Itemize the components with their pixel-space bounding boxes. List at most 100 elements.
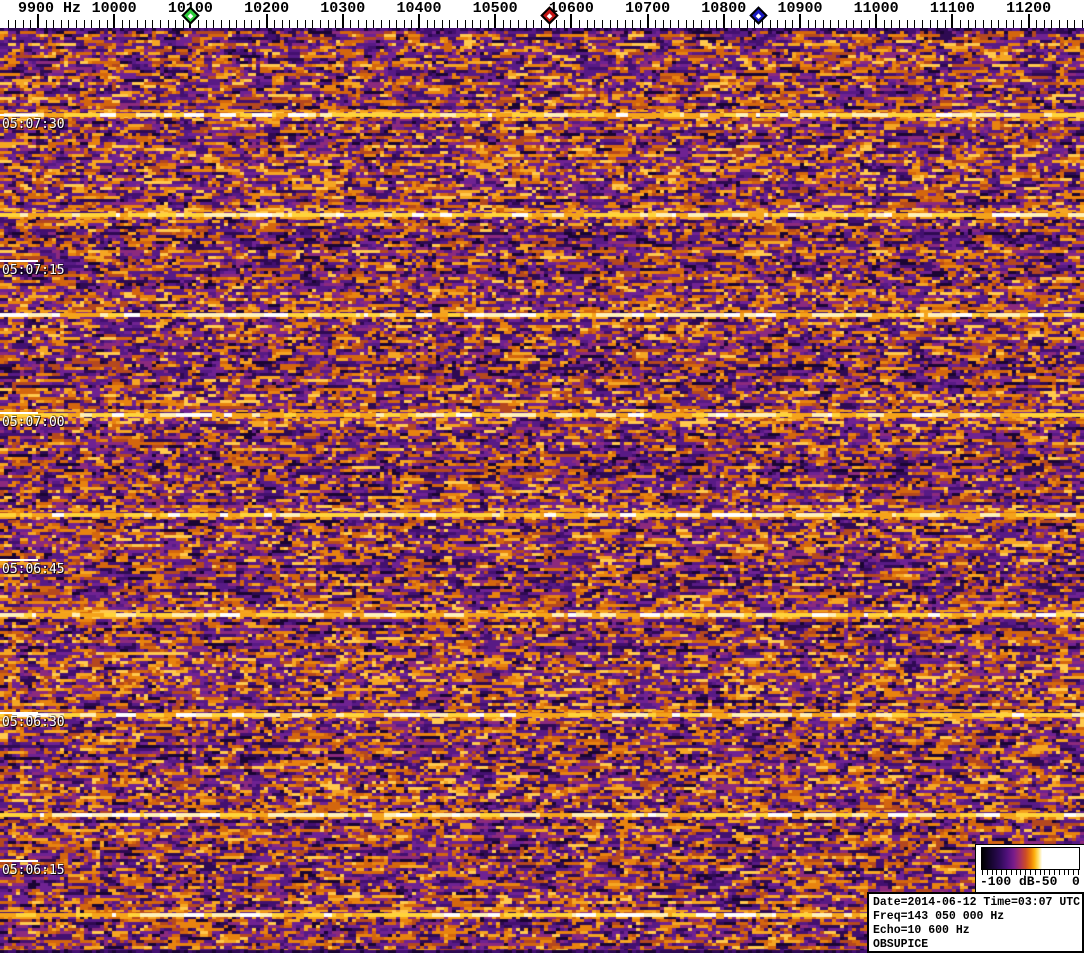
ruler-tick bbox=[655, 20, 657, 28]
ruler-tick bbox=[274, 20, 276, 28]
ruler-label: 11000 bbox=[853, 0, 899, 17]
ruler-tick bbox=[579, 20, 581, 28]
ruler-tick bbox=[518, 20, 520, 28]
ruler-tick bbox=[845, 20, 847, 28]
ruler-tick bbox=[258, 20, 260, 28]
ruler-tick bbox=[205, 20, 207, 28]
ruler-tick bbox=[159, 20, 161, 28]
ruler-tick bbox=[472, 20, 474, 28]
ruler-tick bbox=[838, 20, 840, 28]
ruler-tick bbox=[746, 20, 748, 28]
ruler-tick bbox=[228, 20, 230, 28]
ruler-label: 11200 bbox=[1006, 0, 1052, 17]
ruler-tick bbox=[998, 20, 1000, 28]
legend-tick bbox=[1006, 870, 1007, 875]
ruler-tick bbox=[502, 20, 504, 28]
ruler-tick bbox=[441, 20, 443, 28]
ruler-tick bbox=[22, 20, 24, 28]
ruler-tick bbox=[297, 20, 299, 28]
ruler-tick bbox=[1043, 20, 1045, 28]
ruler-tick bbox=[678, 20, 680, 28]
legend-tick bbox=[1001, 870, 1003, 875]
ruler-tick bbox=[563, 20, 565, 28]
time-label: 05:06:15 bbox=[2, 863, 65, 878]
legend-tick bbox=[1078, 870, 1079, 875]
ruler-tick bbox=[921, 20, 923, 28]
ruler-label: 11100 bbox=[929, 0, 975, 17]
ruler-tick bbox=[144, 20, 146, 28]
ruler-tick bbox=[68, 20, 70, 28]
ruler-tick bbox=[198, 20, 200, 28]
ruler-tick bbox=[30, 20, 32, 28]
ruler-tick bbox=[777, 20, 779, 28]
ruler-tick bbox=[967, 20, 969, 28]
ruler-tick bbox=[807, 20, 809, 28]
ruler-tick bbox=[312, 20, 314, 28]
legend-tick bbox=[1054, 870, 1055, 875]
legend-tick bbox=[1034, 870, 1036, 875]
ruler-tick bbox=[1074, 20, 1076, 28]
ruler-tick bbox=[53, 20, 55, 28]
ruler-tick bbox=[1013, 20, 1015, 28]
marker-center-dot bbox=[755, 12, 762, 19]
ruler-tick bbox=[716, 20, 718, 28]
ruler-tick bbox=[464, 20, 466, 28]
legend-mid-label: -50 bbox=[1034, 874, 1058, 889]
ruler-tick bbox=[373, 20, 375, 28]
time-tick bbox=[0, 860, 38, 862]
color-scale-gradient bbox=[981, 847, 1080, 870]
legend-tick bbox=[1068, 870, 1070, 875]
ruler-tick bbox=[388, 20, 390, 28]
ruler-tick bbox=[960, 20, 962, 28]
ruler-tick bbox=[1005, 20, 1007, 28]
ruler-tick bbox=[822, 20, 824, 28]
ruler-tick bbox=[761, 20, 763, 28]
ruler-tick bbox=[525, 20, 527, 28]
ruler-tick bbox=[1036, 20, 1038, 28]
time-label: 05:06:45 bbox=[2, 562, 65, 577]
ruler-tick bbox=[1059, 20, 1061, 28]
ruler-label: 10400 bbox=[396, 0, 442, 17]
ruler-label: 10800 bbox=[701, 0, 747, 17]
ruler-tick bbox=[617, 20, 619, 28]
legend-tick bbox=[1044, 870, 1046, 875]
frequency-ruler[interactable]: 9900 Hz100001010010200103001040010500106… bbox=[0, 0, 1084, 28]
ruler-tick bbox=[167, 20, 169, 28]
ruler-tick bbox=[327, 20, 329, 28]
ruler-tick bbox=[594, 20, 596, 28]
ruler-tick bbox=[860, 20, 862, 28]
ruler-tick bbox=[137, 20, 139, 28]
legend-tick bbox=[982, 870, 983, 875]
ruler-tick bbox=[243, 20, 245, 28]
ruler-tick bbox=[632, 20, 634, 28]
ruler-tick bbox=[586, 20, 588, 28]
ruler-tick bbox=[91, 20, 93, 28]
ruler-tick bbox=[601, 20, 603, 28]
ruler-tick bbox=[426, 20, 428, 28]
legend-tick bbox=[1015, 870, 1017, 875]
ruler-tick bbox=[487, 20, 489, 28]
ruler-tick bbox=[380, 20, 382, 28]
ruler-tick bbox=[891, 20, 893, 28]
ruler-label: 9900 Hz bbox=[18, 0, 82, 17]
ruler-tick bbox=[914, 20, 916, 28]
legend-tick bbox=[1063, 870, 1065, 875]
ruler-tick bbox=[929, 20, 931, 28]
ruler-tick bbox=[868, 20, 870, 28]
ruler-tick bbox=[899, 20, 901, 28]
ruler-tick bbox=[815, 20, 817, 28]
ruler-tick bbox=[236, 20, 238, 28]
ruler-tick bbox=[152, 20, 154, 28]
ruler-tick bbox=[906, 20, 908, 28]
ruler-tick bbox=[45, 20, 47, 28]
spectrogram-waterfall[interactable] bbox=[0, 28, 1084, 953]
legend-tick bbox=[991, 870, 993, 875]
ruler-tick bbox=[693, 20, 695, 28]
blue-marker[interactable] bbox=[749, 6, 768, 25]
ruler-tick bbox=[434, 20, 436, 28]
ruler-tick bbox=[739, 20, 741, 28]
legend-tick bbox=[1073, 870, 1075, 875]
info-date-time: Date=2014-06-12 Time=03:07 UTC bbox=[873, 896, 1081, 909]
ruler-tick bbox=[7, 20, 9, 28]
ruler-tick bbox=[213, 20, 215, 28]
